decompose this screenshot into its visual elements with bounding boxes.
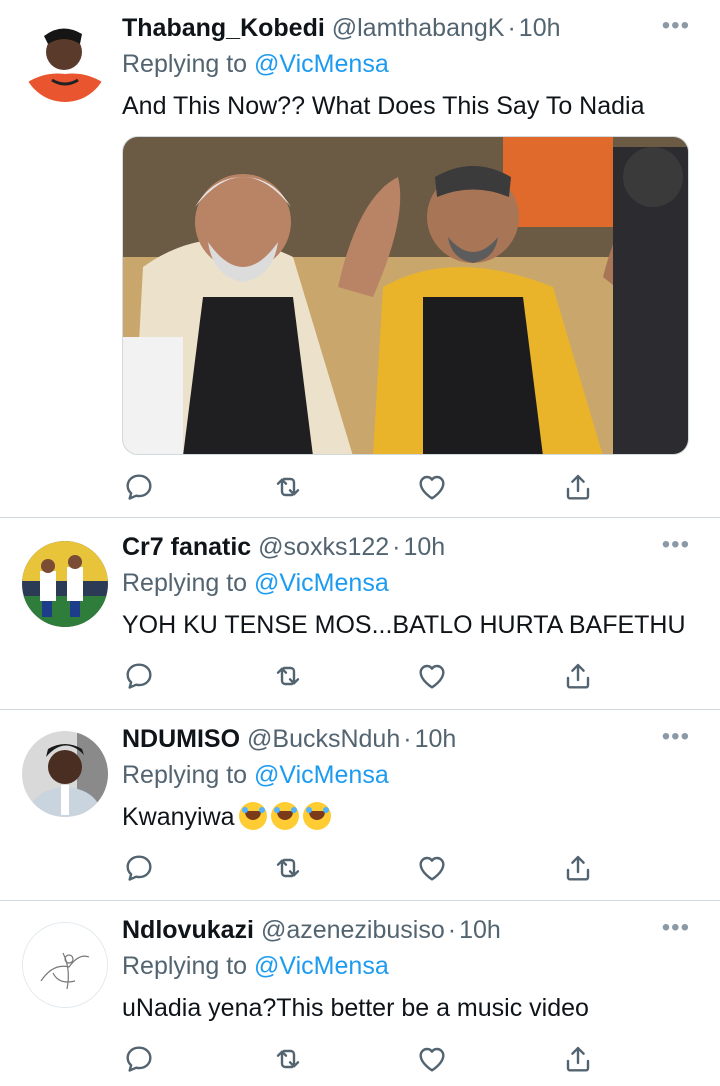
like-icon[interactable] <box>412 467 452 507</box>
tweet[interactable]: Ndlovukazi @azenezibusiso · 10h ••• Replyi… <box>0 902 720 1086</box>
user-handle[interactable]: @lamthabangK <box>332 14 505 42</box>
avatar[interactable] <box>22 16 108 102</box>
avatar[interactable] <box>22 922 108 1008</box>
mention-link[interactable]: @VicMensa <box>254 569 389 597</box>
reply-icon[interactable] <box>119 848 159 888</box>
timestamp[interactable]: 10h <box>404 533 446 561</box>
share-icon[interactable] <box>558 1039 598 1079</box>
reply-icon[interactable] <box>119 1039 159 1079</box>
retweet-icon[interactable] <box>268 467 308 507</box>
tweet-media-image[interactable] <box>122 136 689 455</box>
share-icon[interactable] <box>558 848 598 888</box>
replying-prefix: Replying to <box>122 569 255 597</box>
tweet-actions <box>0 467 720 507</box>
user-handle[interactable]: @BucksNduh <box>247 725 400 753</box>
more-icon[interactable]: ••• <box>662 12 690 40</box>
retweet-icon[interactable] <box>268 848 308 888</box>
share-icon[interactable] <box>558 467 598 507</box>
tweet-actions <box>0 1039 720 1079</box>
tweet-header: NDUMISO @BucksNduh · 10h <box>122 723 456 755</box>
reply-icon[interactable] <box>119 656 159 696</box>
avatar[interactable] <box>22 731 108 817</box>
display-name[interactable]: Cr7 fanatic <box>122 533 251 561</box>
more-icon[interactable]: ••• <box>662 531 690 559</box>
replying-to: Replying to @VicMensa <box>122 567 389 599</box>
avatar[interactable] <box>22 541 108 627</box>
more-icon[interactable]: ••• <box>662 914 690 942</box>
separator: · <box>403 725 412 753</box>
reply-icon[interactable] <box>119 467 159 507</box>
separator: · <box>392 533 401 561</box>
like-icon[interactable] <box>412 656 452 696</box>
user-handle[interactable]: @soxks122 <box>258 533 389 561</box>
mention-link[interactable]: @VicMensa <box>254 761 389 789</box>
tweet[interactable]: Cr7 fanatic @soxks122 · 10h ••• Replying t… <box>0 519 720 710</box>
tweet-text: And This Now?? What Does This Say To Nad… <box>122 92 645 120</box>
tweet[interactable]: NDUMISO @BucksNduh · 10h ••• Replying to @… <box>0 711 720 901</box>
share-icon[interactable] <box>558 656 598 696</box>
replying-prefix: Replying to <box>122 952 255 980</box>
timestamp[interactable]: 10h <box>459 916 501 944</box>
tweet-actions <box>0 848 720 888</box>
rofl-emoji-icon <box>238 802 267 830</box>
tweet-text: uNadia yena?This better be a music video <box>122 994 589 1022</box>
replying-prefix: Replying to <box>122 761 255 789</box>
timestamp[interactable]: 10h <box>415 725 457 753</box>
retweet-icon[interactable] <box>268 656 308 696</box>
tweet-text-content: Kwanyiwa <box>122 803 235 831</box>
tweet-text: Kwanyiwa <box>122 800 331 834</box>
user-handle[interactable]: @azenezibusiso <box>261 916 445 944</box>
display-name[interactable]: Ndlovukazi <box>122 916 254 944</box>
display-name[interactable]: Thabang_Kobedi <box>122 14 325 42</box>
separator: · <box>507 14 516 42</box>
mention-link[interactable]: @VicMensa <box>254 952 389 980</box>
replying-to: Replying to @VicMensa <box>122 950 389 982</box>
tweet[interactable]: Thabang_Kobedi @lamthabangK · 10h ••• Repl… <box>0 0 720 518</box>
tweet-header: Ndlovukazi @azenezibusiso · 10h <box>122 914 501 946</box>
rofl-emoji-icon <box>270 802 299 830</box>
replying-prefix: Replying to <box>122 50 255 78</box>
more-icon[interactable]: ••• <box>662 723 690 751</box>
replying-to: Replying to @VicMensa <box>122 759 389 791</box>
separator: · <box>447 916 457 944</box>
rofl-emoji-icon <box>302 802 331 830</box>
like-icon[interactable] <box>412 848 452 888</box>
tweet-header: Thabang_Kobedi @lamthabangK · 10h <box>122 12 561 44</box>
replying-to: Replying to @VicMensa <box>122 48 389 80</box>
tweet-header: Cr7 fanatic @soxks122 · 10h <box>122 531 445 563</box>
tweet-text: YOH KU TENSE MOS...BATLO HURTA BAFETHU <box>122 611 686 639</box>
display-name[interactable]: NDUMISO <box>122 725 240 753</box>
mention-link[interactable]: @VicMensa <box>254 50 389 78</box>
tweet-actions <box>0 656 720 696</box>
timestamp[interactable]: 10h <box>519 14 561 42</box>
like-icon[interactable] <box>412 1039 452 1079</box>
retweet-icon[interactable] <box>268 1039 308 1079</box>
